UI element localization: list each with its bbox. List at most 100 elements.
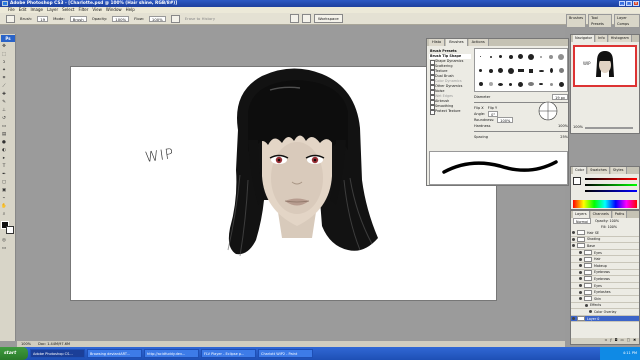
brush-tip[interactable] (476, 78, 486, 90)
layer-row[interactable]: Layer 0 (571, 315, 639, 323)
brush-tip[interactable] (486, 50, 496, 63)
brush-tip[interactable] (526, 50, 536, 63)
color-foreground-chip[interactable] (573, 177, 581, 185)
eye-icon[interactable] (579, 277, 582, 281)
taskbar-item[interactable]: Browsing deviantART... (87, 349, 142, 358)
taskbar-item[interactable]: FLV Player - Eclipse p... (201, 349, 256, 358)
brush-tip[interactable] (546, 64, 556, 77)
taskbar-item[interactable]: http://acidfuddy.dev... (144, 349, 199, 358)
folder-icon (584, 250, 592, 256)
brush-stroke-preview (429, 151, 568, 185)
start-button[interactable]: start (0, 347, 28, 360)
layer-row[interactable]: Color Overlay (571, 309, 639, 316)
zoom-level[interactable]: 100% (21, 342, 31, 346)
tab-styles[interactable]: Styles (610, 167, 627, 174)
system-tray-clock: 4:11 PM (600, 347, 640, 360)
tab-actions[interactable]: Actions (468, 39, 489, 46)
layer-row[interactable]: Eyelashes (571, 289, 639, 296)
tab-channels[interactable]: Channels (590, 211, 612, 218)
eye-icon[interactable] (585, 303, 588, 307)
brush-tip[interactable] (516, 64, 526, 77)
blue-slider[interactable] (585, 190, 637, 192)
brush-tip[interactable] (496, 50, 506, 63)
brush-tip[interactable] (496, 64, 506, 77)
brush-tip[interactable] (486, 64, 496, 77)
layer-row[interactable]: Hair SE (571, 230, 639, 237)
brush-tip[interactable] (496, 78, 506, 90)
eye-icon[interactable] (579, 257, 582, 261)
color-ramp[interactable] (573, 200, 637, 208)
eye-icon[interactable] (579, 284, 582, 288)
brush-tip[interactable] (556, 64, 566, 77)
spacing-field[interactable]: 25% (560, 134, 568, 140)
brush-tip[interactable] (536, 78, 546, 90)
navigator-thumbnail[interactable]: WIP (573, 45, 637, 87)
navigator-zoom[interactable]: 100% (573, 125, 583, 129)
brush-tip[interactable] (546, 50, 556, 63)
eye-icon[interactable] (579, 251, 582, 255)
layer-name: Eyelashes (594, 290, 611, 295)
brush-tip-grid[interactable] (474, 48, 568, 92)
angle-roundness-dial[interactable] (536, 99, 560, 123)
layer-fill[interactable]: Fill: 100% (601, 225, 617, 229)
eye-icon[interactable] (579, 290, 582, 294)
layer-thumbnail (584, 276, 592, 282)
brush-tip[interactable] (516, 50, 526, 63)
new-layer-icon[interactable]: □ (627, 338, 630, 344)
layer-row[interactable]: Skin (571, 296, 639, 303)
taskbar-item[interactable]: Charlott WIP2 - Paint (258, 349, 313, 358)
layer-name: Effects (590, 303, 602, 308)
brush-tip[interactable] (476, 50, 486, 63)
navigator-zoom-slider[interactable] (585, 127, 633, 129)
taskbar-item[interactable]: Adobe Photoshop CS... (30, 349, 85, 358)
brush-tip[interactable] (556, 50, 566, 63)
fx-icon[interactable]: ƒ (610, 338, 611, 344)
tab-histogram[interactable]: Histogram (608, 35, 632, 42)
tab-swatches[interactable]: Swatches (588, 167, 610, 174)
brush-tip[interactable] (536, 64, 546, 77)
hardness-slider[interactable] (474, 129, 568, 132)
list-item[interactable]: Protect Texture (429, 109, 471, 115)
layer-row[interactable]: Eyebrows (571, 276, 639, 283)
brush-tip[interactable] (546, 78, 556, 90)
tab-paths[interactable]: Paths (612, 211, 628, 218)
tab-layers[interactable]: Layers (573, 211, 590, 218)
mask-icon[interactable]: ◘ (615, 338, 618, 344)
eye-icon[interactable] (572, 244, 575, 248)
eye-icon[interactable] (572, 231, 575, 235)
roundness-field[interactable]: 100% (497, 117, 514, 123)
trash-icon[interactable]: ✖ (633, 338, 636, 344)
spacing-checkbox[interactable]: Spacing (474, 134, 488, 140)
tab-navigator[interactable]: Navigator (573, 35, 596, 42)
layer-name: Shading (587, 237, 601, 242)
layer-row[interactable]: Eyes (571, 250, 639, 257)
tab-color[interactable]: Color (573, 167, 588, 174)
eye-icon[interactable] (579, 264, 582, 268)
tab-info[interactable]: Info (596, 35, 608, 42)
layer-row[interactable]: Shading (571, 236, 639, 244)
brush-tip[interactable] (506, 50, 516, 63)
link-layers-icon[interactable]: ∞ (605, 338, 608, 344)
brush-tip[interactable] (526, 78, 536, 90)
new-group-icon[interactable]: ▭ (620, 338, 623, 344)
eye-icon[interactable] (589, 310, 592, 314)
eye-icon[interactable] (572, 237, 575, 241)
brush-tip[interactable] (486, 78, 496, 90)
brush-tip[interactable] (506, 64, 516, 77)
brush-tip[interactable] (556, 78, 566, 90)
brush-tip[interactable] (526, 64, 536, 77)
blend-mode-select[interactable]: Normal (573, 218, 591, 224)
brush-tip[interactable] (536, 50, 546, 63)
hardness-field[interactable]: 100% (558, 123, 568, 129)
eye-icon[interactable] (579, 270, 582, 274)
red-slider[interactable] (585, 178, 637, 180)
brush-tip[interactable] (506, 78, 516, 90)
tab-histo[interactable]: Histo (429, 39, 446, 46)
brush-tip[interactable] (516, 78, 526, 90)
eye-icon[interactable] (579, 297, 582, 301)
brush-tip[interactable] (476, 64, 486, 77)
green-slider[interactable] (585, 184, 637, 186)
tab-brushes-panel[interactable]: Brushes (446, 39, 468, 46)
layer-row[interactable]: Base (571, 243, 639, 250)
eye-icon[interactable] (572, 317, 575, 321)
